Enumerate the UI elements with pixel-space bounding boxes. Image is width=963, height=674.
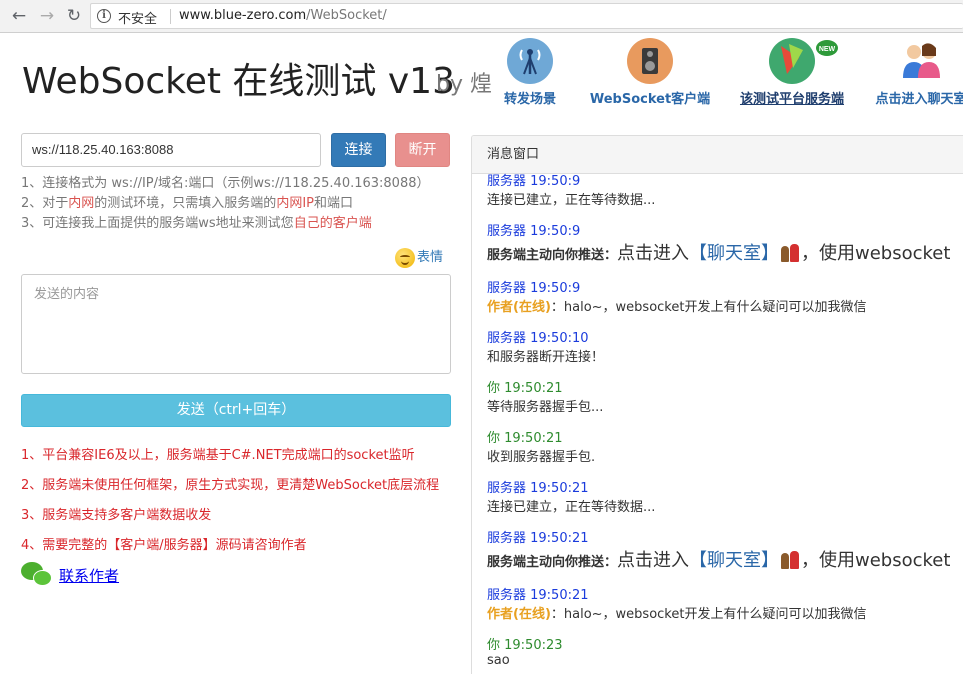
message-item: 服务器 19:50:21 作者(在线)：halo~，websocket开发上有什… (487, 588, 867, 622)
contact-author[interactable]: 联系作者 (21, 562, 119, 588)
insecure-label: 不安全 (118, 12, 158, 27)
note-item: 1、平台兼容IE6及以上，服务端基于C#.NET完成端口的socket监听 (21, 448, 415, 463)
usage-hints: 1、连接格式为 ws://IP/域名:端口（示例ws://118.25.40.1… (21, 174, 430, 234)
people-icon (779, 244, 801, 264)
disconnect-button[interactable]: 断开 (395, 133, 450, 167)
chat-users-icon (898, 38, 944, 84)
message-list[interactable]: 服务器 19:50:9 连接已建立，正在等待数据... 服务器 19:50:9 … (487, 170, 963, 674)
author-byline: by 煌 (436, 72, 492, 97)
nav-websocket-client[interactable]: WebSocket客户端 (586, 38, 714, 107)
address-divider (170, 9, 171, 24)
message-item: 服务器 19:50:10 和服务器断开连接！ (487, 331, 605, 365)
antenna-icon (507, 38, 553, 84)
smiley-icon (395, 247, 415, 268)
message-item: 服务器 19:50:9 连接已建立，正在等待数据... (487, 174, 656, 208)
nav-chat-room[interactable]: 点击进入聊天室 (871, 38, 963, 107)
contact-author-link[interactable]: 联系作者 (59, 567, 119, 585)
reload-icon[interactable]: ↻ (63, 5, 85, 27)
message-panel[interactable]: 消息窗口 服务器 19:50:9 连接已建立，正在等待数据... 服务器 19:… (471, 135, 963, 674)
nav-websocket-client-label: WebSocket客户端 (589, 92, 711, 107)
note-item: 2、服务端未使用任何框架，原生方式实现，更清楚WebSocket底层流程 (21, 478, 440, 493)
url-path: /WebSocket/ (306, 8, 387, 23)
back-icon[interactable]: ← (8, 5, 30, 27)
url-host: www.blue-zero.com (179, 8, 307, 23)
speaker-icon (627, 38, 673, 84)
message-item: 服务器 19:50:21 连接已建立，正在等待数据... (487, 481, 656, 515)
info-icon[interactable]: i (97, 9, 111, 23)
message-item: 你 19:50:23 sao (487, 638, 563, 668)
chat-room-link[interactable]: 点击进入【聊天室】 ，使用websocket (617, 550, 950, 571)
browser-toolbar: ← → ↻ i 不安全 www.blue-zero.com/WebSocket/ (0, 0, 963, 33)
hint-1: 1、连接格式为 ws://IP/域名:端口（示例ws://118.25.40.1… (21, 176, 430, 191)
message-item: 服务器 19:50:9 作者(在线)：halo~，websocket开发上有什么… (487, 281, 867, 315)
wechat-icon (21, 562, 53, 588)
nav-test-server-label: 该测试平台服务端 (739, 92, 844, 107)
hint-2: 2、对于内网的测试环境，只需填入服务端的内网IP和端口 (21, 196, 354, 211)
hint-3: 3、可连接我上面提供的服务端ws地址来测试您自己的客户端 (21, 216, 372, 231)
svg-text:NEW: NEW (819, 46, 836, 53)
feature-notes: 1、平台兼容IE6及以上，服务端基于C#.NET完成端口的socket监听 2、… (21, 444, 439, 564)
nav-chat-room-label: 点击进入聊天室 (875, 92, 963, 107)
people-icon (779, 551, 801, 571)
message-item: 你 19:50:21 等待服务器握手包... (487, 381, 604, 415)
message-textarea[interactable]: 发送的内容 (21, 274, 451, 374)
address-bar[interactable]: i 不安全 www.blue-zero.com/WebSocket/ (90, 3, 963, 29)
note-item: 3、服务端支持多客户端数据收发 (21, 508, 212, 523)
send-button[interactable]: 发送（ctrl+回车） (21, 394, 451, 427)
forward-icon[interactable]: → (36, 5, 58, 27)
new-badge-icon: NEW (769, 38, 838, 84)
url-text[interactable]: www.blue-zero.com/WebSocket/ (179, 8, 387, 23)
emoji-button[interactable]: 表情 (395, 246, 443, 268)
message-item: 服务器 19:50:21 服务端主动向你推送：点击进入【聊天室】 ，使用webso… (487, 531, 951, 571)
note-item: 4、需要完整的【客户端/服务器】源码请咨询作者 (21, 538, 307, 553)
page-title: WebSocket 在线测试 v13 (22, 61, 455, 102)
panel-title: 消息窗口 (472, 136, 963, 174)
connect-button[interactable]: 连接 (331, 133, 386, 167)
nav-forward-scene[interactable]: 转发场景 (502, 38, 558, 107)
ws-url-input[interactable]: ws://118.25.40.163:8088 (21, 133, 321, 167)
message-item: 你 19:50:21 收到服务器握手包. (487, 431, 596, 465)
chat-room-link[interactable]: 点击进入【聊天室】 ，使用websocket (617, 243, 950, 264)
message-item: 服务器 19:50:9 服务端主动向你推送：点击进入【聊天室】 ，使用websoc… (487, 224, 951, 264)
nav-test-server[interactable]: NEW 该测试平台服务端 (736, 38, 848, 107)
emoji-label: 表情 (417, 250, 444, 265)
nav-forward-scene-label: 转发场景 (503, 92, 556, 107)
